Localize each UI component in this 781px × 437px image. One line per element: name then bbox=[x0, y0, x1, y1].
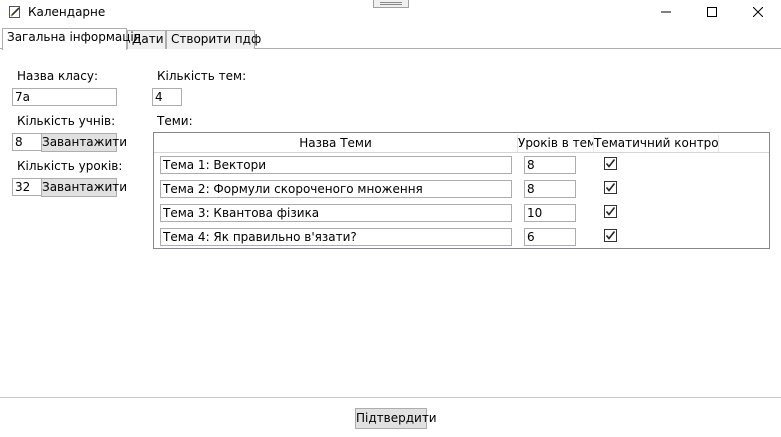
drag-grip[interactable] bbox=[373, 0, 409, 8]
topic-lessons-input[interactable] bbox=[524, 156, 576, 174]
load-lessons-button[interactable]: Завантажити bbox=[41, 178, 127, 197]
class-name-label: Назва класу: bbox=[17, 69, 99, 83]
tab-general-info[interactable]: Загальна інформація bbox=[2, 28, 141, 50]
load-students-button[interactable]: Завантажити bbox=[41, 133, 127, 152]
checkmark-icon bbox=[605, 231, 616, 240]
topics-label: Теми: bbox=[157, 114, 193, 128]
table-row[interactable] bbox=[154, 202, 769, 222]
topic-lessons-input[interactable] bbox=[524, 204, 576, 222]
control-checkbox[interactable] bbox=[604, 205, 617, 218]
topic-name-input[interactable] bbox=[160, 156, 512, 174]
grid-header: Назва Теми Уроків в темі Тематичний конт… bbox=[154, 135, 769, 153]
tab-strip: Загальна інформація Дати Створити пдф bbox=[0, 28, 781, 50]
footer-divider bbox=[0, 397, 781, 398]
topic-lessons-input[interactable] bbox=[524, 180, 576, 198]
checkmark-icon bbox=[605, 183, 616, 192]
close-button[interactable] bbox=[735, 0, 781, 26]
close-icon bbox=[752, 6, 764, 20]
checkmark-icon bbox=[605, 159, 616, 168]
topic-name-input[interactable] bbox=[160, 204, 512, 222]
title-bar: Календарне bbox=[0, 0, 781, 26]
students-count-label: Кількість учнів: bbox=[17, 114, 116, 128]
table-row[interactable] bbox=[154, 178, 769, 198]
maximize-button[interactable] bbox=[689, 0, 735, 26]
column-header-filler bbox=[719, 135, 769, 153]
table-row[interactable] bbox=[154, 154, 769, 174]
control-checkbox[interactable] bbox=[604, 157, 617, 170]
topic-lessons-input[interactable] bbox=[524, 228, 576, 246]
topics-count-label: Кількість тем: bbox=[157, 69, 247, 83]
topics-grid: Назва Теми Уроків в темі Тематичний конт… bbox=[153, 132, 770, 249]
minimize-icon bbox=[661, 6, 671, 20]
topics-count-input[interactable] bbox=[152, 88, 182, 106]
control-checkbox[interactable] bbox=[604, 181, 617, 194]
lessons-count-label: Кількість уроків: bbox=[17, 159, 123, 173]
tab-create-pdf[interactable]: Створити пдф bbox=[166, 30, 261, 49]
column-header-topic-name[interactable]: Назва Теми bbox=[154, 135, 518, 153]
confirm-button[interactable]: Підтвердити bbox=[355, 408, 437, 429]
minimize-button[interactable] bbox=[643, 0, 689, 26]
maximize-icon bbox=[707, 6, 717, 20]
window-title: Календарне bbox=[28, 5, 106, 19]
checkmark-icon bbox=[605, 207, 616, 216]
topic-name-input[interactable] bbox=[160, 180, 512, 198]
lessons-count-input[interactable] bbox=[12, 178, 42, 196]
column-header-lessons[interactable]: Уроків в темі bbox=[518, 135, 594, 153]
topic-name-input[interactable] bbox=[160, 228, 512, 246]
table-row[interactable] bbox=[154, 226, 769, 246]
class-name-input[interactable] bbox=[12, 88, 117, 106]
notepad-pencil-icon bbox=[8, 5, 22, 19]
students-count-input[interactable] bbox=[12, 133, 42, 151]
column-header-control[interactable]: Тематичний контроль bbox=[594, 135, 719, 153]
control-checkbox[interactable] bbox=[604, 229, 617, 242]
